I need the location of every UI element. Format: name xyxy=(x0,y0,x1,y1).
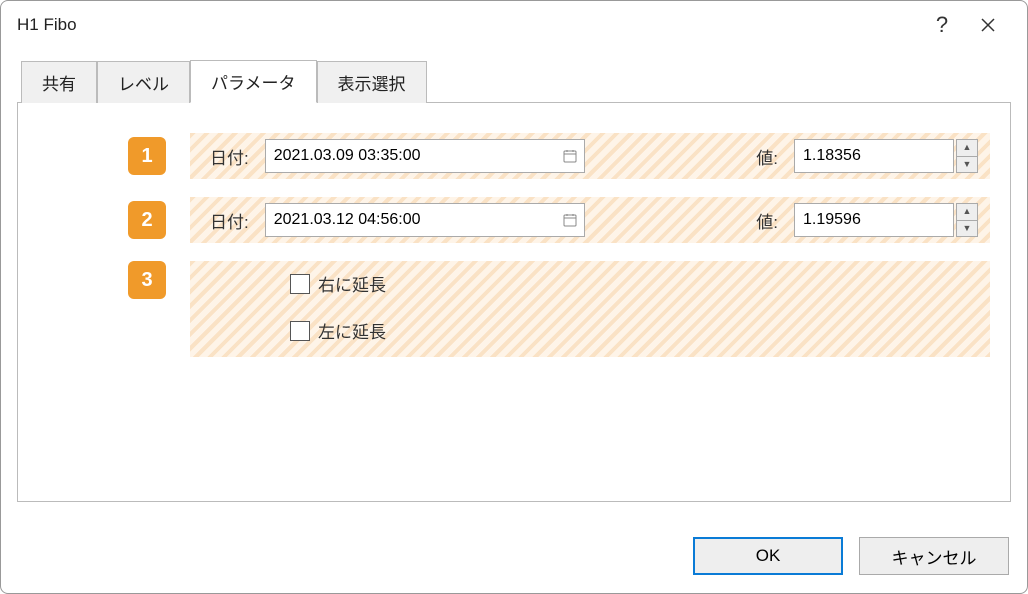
value-field-2: ▲ ▼ xyxy=(794,203,978,237)
properties-dialog: H1 Fibo ? 共有 レベル パラメータ 表示選択 1 日付: xyxy=(0,0,1028,594)
extend-left-label[interactable]: 左に延長 xyxy=(318,318,386,343)
row2-area: 日付: 値: ▲ ▼ xyxy=(190,197,990,243)
calendar-button-1[interactable] xyxy=(556,148,584,164)
spinner-2: ▲ ▼ xyxy=(956,203,978,237)
tab-visualization[interactable]: 表示選択 xyxy=(317,61,427,103)
button-bar: OK キャンセル xyxy=(1,523,1027,593)
tab-panel-parameters: 1 日付: 値: ▲ ▼ xyxy=(17,102,1011,502)
spin-down-1[interactable]: ▼ xyxy=(957,157,977,173)
tab-bar: 共有 レベル パラメータ 表示選択 xyxy=(21,59,1011,102)
spin-up-1[interactable]: ▲ xyxy=(957,140,977,157)
value-input-2[interactable] xyxy=(794,203,954,237)
extend-right-row: 右に延長 xyxy=(290,271,978,296)
spinner-1: ▲ ▼ xyxy=(956,139,978,173)
dialog-title: H1 Fibo xyxy=(17,15,919,35)
badge-3: 3 xyxy=(128,261,166,299)
badge-2: 2 xyxy=(128,201,166,239)
calendar-button-2[interactable] xyxy=(556,212,584,228)
date-field-1 xyxy=(265,139,585,173)
spin-up-2[interactable]: ▲ xyxy=(957,204,977,221)
cancel-button[interactable]: キャンセル xyxy=(859,537,1009,575)
calendar-icon xyxy=(562,148,578,164)
help-button[interactable]: ? xyxy=(919,2,965,48)
titlebar: H1 Fibo ? xyxy=(1,1,1027,49)
ok-button[interactable]: OK xyxy=(693,537,843,575)
date-field-2 xyxy=(265,203,585,237)
calendar-icon xyxy=(562,212,578,228)
date-input-1[interactable] xyxy=(266,140,556,172)
content: 共有 レベル パラメータ 表示選択 1 日付: 値: xyxy=(1,49,1027,523)
close-button[interactable] xyxy=(965,2,1011,48)
date-label-2: 日付: xyxy=(210,208,249,233)
value-field-1: ▲ ▼ xyxy=(794,139,978,173)
tab-common[interactable]: 共有 xyxy=(21,61,97,103)
extend-left-row: 左に延長 xyxy=(290,318,978,343)
param-row-3: 3 右に延長 左に延長 xyxy=(38,261,990,357)
row1-area: 日付: 値: ▲ ▼ xyxy=(190,133,990,179)
param-row-2: 2 日付: 値: ▲ ▼ xyxy=(38,197,990,243)
spin-down-2[interactable]: ▼ xyxy=(957,221,977,237)
badge-1: 1 xyxy=(128,137,166,175)
extend-right-checkbox[interactable] xyxy=(290,274,310,294)
value-label-1: 値: xyxy=(756,144,778,169)
tab-levels[interactable]: レベル xyxy=(97,61,190,103)
date-input-2[interactable] xyxy=(266,204,556,236)
date-label-1: 日付: xyxy=(210,144,249,169)
extend-right-label[interactable]: 右に延長 xyxy=(318,271,386,296)
close-icon xyxy=(980,17,996,33)
value-input-1[interactable] xyxy=(794,139,954,173)
param-row-1: 1 日付: 値: ▲ ▼ xyxy=(38,133,990,179)
value-label-2: 値: xyxy=(756,208,778,233)
row3-area: 右に延長 左に延長 xyxy=(190,261,990,357)
tab-parameters[interactable]: パラメータ xyxy=(190,60,317,103)
extend-left-checkbox[interactable] xyxy=(290,321,310,341)
